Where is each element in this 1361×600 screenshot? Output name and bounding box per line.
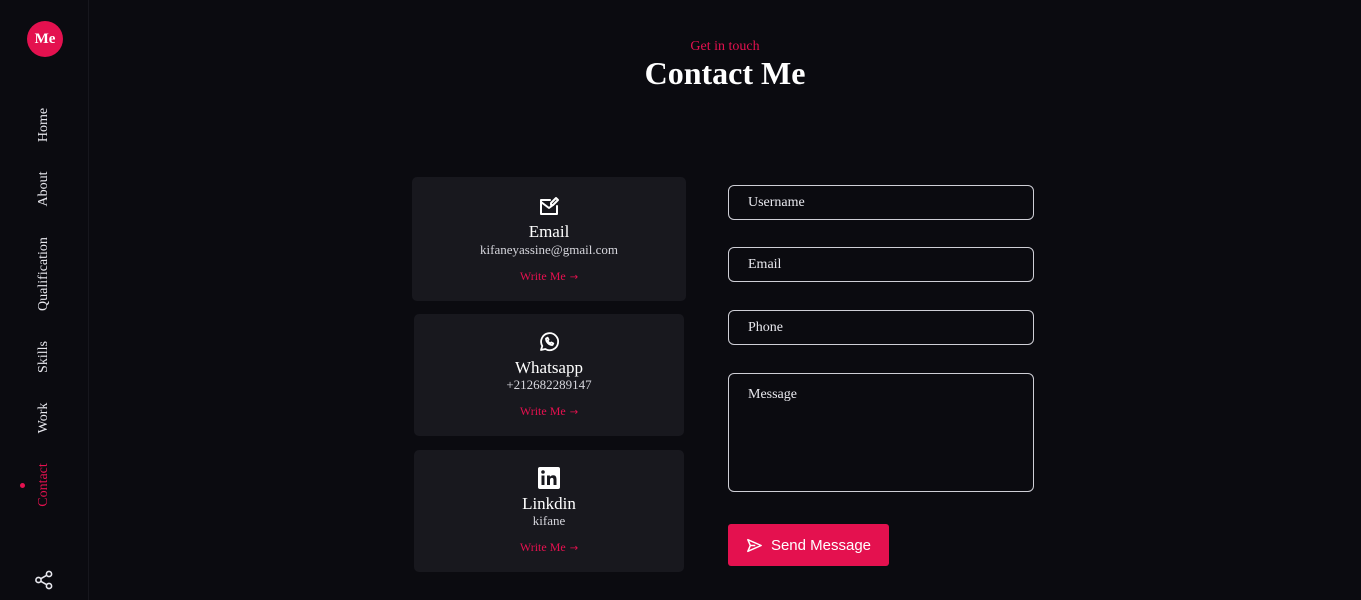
card-value: kifaneyassine@gmail.com (480, 242, 618, 257)
write-me-link[interactable]: Write Me → (414, 404, 684, 419)
nav-contact[interactable]: Contact (36, 463, 52, 507)
share-icon[interactable] (34, 570, 54, 590)
card-value: +212682289147 (506, 377, 592, 392)
link-label: Write Me (519, 404, 566, 418)
message-textarea[interactable] (728, 373, 1034, 492)
page-title: Contact Me (644, 55, 806, 91)
arrow-right-icon: → (569, 272, 579, 283)
send-icon (747, 538, 762, 552)
write-me-link[interactable]: Write Me → (412, 269, 686, 284)
linkedin-icon (538, 467, 560, 489)
write-me-link[interactable]: Write Me → (414, 540, 684, 555)
send-message-button[interactable]: Send Message (728, 524, 889, 566)
email-input[interactable] (728, 247, 1034, 282)
card-title: Whatsapp (515, 358, 583, 377)
link-label: Write Me (519, 269, 566, 283)
arrow-right-icon: → (569, 407, 579, 418)
section-subtitle: Get in touch (690, 39, 760, 54)
card-value: kifane (532, 513, 566, 528)
username-input[interactable] (728, 185, 1034, 220)
nav-about[interactable]: About (36, 172, 52, 207)
mail-edit-icon (540, 197, 559, 215)
nav-skills[interactable]: Skills (36, 341, 52, 373)
send-button-label: Send Message (770, 536, 872, 554)
nav-work[interactable]: Work (36, 403, 52, 434)
whatsapp-icon (540, 332, 559, 352)
nav-qualification[interactable]: Qualification (36, 237, 52, 311)
phone-input[interactable] (728, 310, 1034, 345)
email-card: Email kifaneyassine@gmail.com Write Me → (412, 177, 686, 301)
link-label: Write Me (519, 540, 566, 554)
card-title: Linkdin (522, 494, 576, 513)
active-indicator (20, 483, 25, 488)
whatsapp-card: Whatsapp +212682289147 Write Me → (414, 314, 684, 436)
nav-home[interactable]: Home (36, 108, 52, 142)
arrow-right-icon: → (569, 543, 579, 554)
card-title: Email (528, 222, 570, 241)
linkedin-card: Linkdin kifane Write Me → (414, 450, 684, 572)
